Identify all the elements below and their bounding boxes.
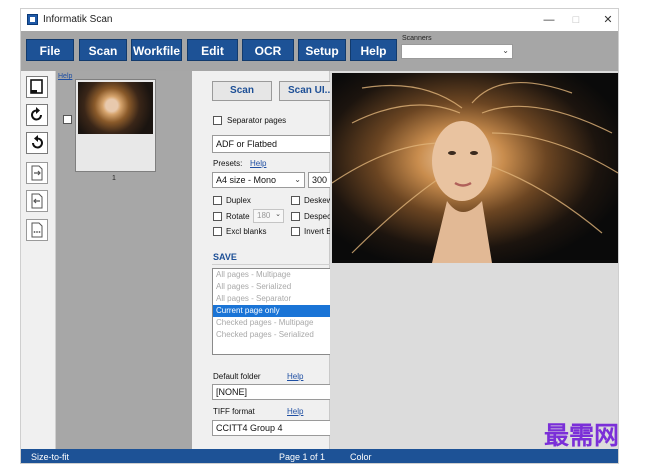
menu-ocr-button[interactable]: OCR — [242, 39, 294, 61]
thumbnail-checkbox[interactable] — [63, 115, 72, 124]
menu-scan-button[interactable]: Scan — [79, 39, 127, 61]
thumbnail-page-number: 1 — [112, 175, 116, 182]
preset-value: A4 size - Mono — [216, 175, 277, 185]
left-toolbar — [21, 71, 56, 449]
menu-edit-button[interactable]: Edit — [187, 39, 238, 61]
scan-controls-panel: Scan Scan UI... Separator pages ADF or F… — [192, 71, 342, 449]
rotate-counterclockwise-icon — [32, 135, 43, 149]
invert-bw-checkbox[interactable] — [291, 227, 300, 236]
duplex-label: Duplex — [226, 196, 251, 205]
save-mode-listbox[interactable]: All pages - Multipage All pages - Serial… — [212, 268, 342, 355]
tiff-format-value: CCITT4 Group 4 — [216, 423, 283, 433]
save-option[interactable]: All pages - Serialized — [213, 281, 341, 293]
menu-setup-button[interactable]: Setup — [298, 39, 346, 61]
page-view-button[interactable] — [26, 76, 48, 98]
rotate-label: Rotate — [226, 212, 250, 221]
rotate-angle-dropdown[interactable]: 180 ⌄ — [253, 209, 284, 223]
rotate-angle-value: 180 — [257, 211, 271, 220]
window-title: Informatik Scan — [43, 14, 113, 25]
menu-bar: File Scan Workfile Edit OCR Setup Help — [21, 31, 618, 71]
presets-help-link[interactable]: Help — [250, 159, 266, 168]
page-arrow-right-icon — [31, 165, 43, 181]
preset-dropdown[interactable]: A4 size - Mono ⌄ — [212, 172, 305, 188]
page-count-status: Page 1 of 1 — [279, 452, 326, 462]
page-icon — [30, 79, 43, 94]
title-bar: Informatik Scan — □ ✕ — [21, 9, 618, 31]
dpi-value: 300 — [312, 175, 328, 185]
move-page-left-button[interactable] — [26, 190, 48, 212]
chevron-down-icon: ⌄ — [275, 211, 281, 218]
duplex-checkbox[interactable] — [213, 196, 222, 205]
scan-source-value: ADF or Flatbed — [216, 139, 278, 149]
image-preview-pane — [330, 71, 618, 449]
scan-button[interactable]: Scan — [212, 81, 272, 101]
presets-label: Presets: — [213, 159, 243, 168]
separator-pages-checkbox[interactable] — [213, 116, 222, 125]
app-logo-icon — [27, 14, 38, 25]
close-icon[interactable]: ✕ — [597, 12, 618, 28]
tiff-format-dropdown[interactable]: CCITT4 Group 4 ⌄ — [212, 420, 342, 436]
save-option-selected[interactable]: Current page only — [213, 305, 341, 317]
thumbnail-image — [78, 82, 153, 134]
excl-blanks-label: Excl blanks — [226, 227, 267, 236]
rotate-clockwise-button[interactable] — [26, 104, 48, 126]
page-arrow-left-icon — [31, 193, 43, 209]
watermark-text: 最需网 — [544, 421, 620, 450]
zoom-mode-status: Size-to-fit — [31, 452, 70, 462]
minimize-icon[interactable]: — — [538, 12, 560, 28]
default-folder-label: Default folder — [213, 372, 261, 381]
scanners-label: Scanners — [402, 35, 432, 42]
tiff-format-help-link[interactable]: Help — [287, 407, 303, 416]
tiff-format-label: TIFF format — [213, 407, 255, 416]
rotate-checkbox[interactable] — [213, 212, 222, 221]
save-option[interactable]: All pages - Multipage — [213, 269, 341, 281]
chevron-down-icon: ⌄ — [502, 46, 509, 55]
color-mode-status: Color — [350, 452, 372, 462]
menu-file-button[interactable]: File — [26, 39, 74, 61]
deskew-label: Deskew — [304, 196, 333, 205]
status-bar: Size-to-fit Page 1 of 1 Color — [21, 449, 618, 463]
save-section-header: SAVE — [213, 252, 237, 262]
app-window: Informatik Scan — □ ✕ File Scan Workfile… — [20, 8, 619, 464]
rotate-counterclockwise-button[interactable] — [26, 132, 48, 154]
default-folder-dropdown[interactable]: [NONE] ⌄ — [212, 384, 342, 400]
rotate-clockwise-icon — [31, 107, 42, 121]
default-folder-value: [NONE] — [216, 387, 248, 397]
despeckle-checkbox[interactable] — [291, 212, 300, 221]
page-dots-icon — [31, 222, 43, 238]
move-page-right-button[interactable] — [26, 162, 48, 184]
save-option[interactable]: All pages - Separator — [213, 293, 341, 305]
separator-pages-label: Separator pages — [227, 116, 287, 125]
portrait-photo — [332, 73, 618, 263]
thumbnail-help-link[interactable]: Help — [58, 73, 72, 80]
save-divider — [212, 264, 342, 265]
excl-blanks-checkbox[interactable] — [213, 227, 222, 236]
page-options-button[interactable] — [26, 219, 48, 241]
default-folder-help-link[interactable]: Help — [287, 372, 303, 381]
scan-source-dropdown[interactable]: ADF or Flatbed ⌄ — [212, 135, 342, 153]
menu-workfile-button[interactable]: Workfile — [131, 39, 182, 61]
maximize-icon[interactable]: □ — [565, 12, 587, 28]
menu-help-button[interactable]: Help — [350, 39, 397, 61]
scanned-image-preview[interactable] — [332, 73, 618, 263]
page-thumbnail[interactable] — [75, 79, 156, 172]
save-option[interactable]: Checked pages - Multipage — [213, 317, 341, 329]
chevron-down-icon: ⌄ — [294, 175, 301, 184]
deskew-checkbox[interactable] — [291, 196, 300, 205]
save-option[interactable]: Checked pages - Serialized — [213, 329, 341, 341]
scanners-dropdown[interactable]: ⌄ — [401, 44, 513, 59]
thumbnail-pane: Help 1 — [56, 71, 192, 449]
